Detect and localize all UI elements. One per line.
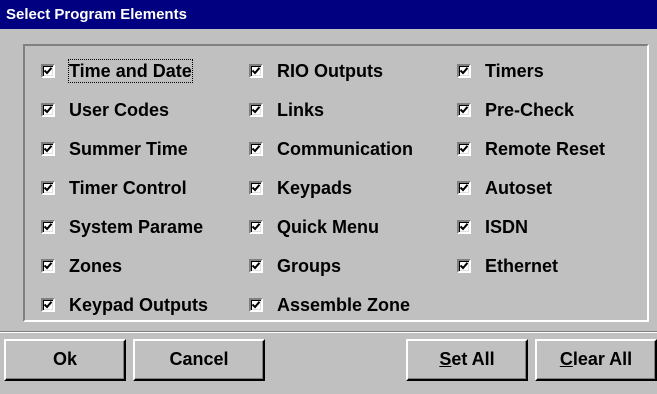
checkmark-icon — [43, 262, 53, 270]
checkbox-box[interactable] — [41, 259, 55, 273]
checkbox-box[interactable] — [457, 220, 471, 234]
checkbox-label: Keypads — [277, 178, 353, 198]
checkbox-pre-check[interactable]: Pre-Check — [457, 97, 642, 123]
title-bar[interactable]: Select Program Elements — [0, 0, 657, 29]
checkbox-box[interactable] — [41, 64, 55, 78]
checkbox-system-parame[interactable]: System Parame — [41, 214, 223, 240]
checkbox-box[interactable] — [249, 64, 263, 78]
checkmark-icon — [43, 145, 53, 153]
clear-all-button[interactable]: Clear All — [535, 339, 657, 381]
checkbox-box[interactable] — [249, 103, 263, 117]
checkbox-keypads[interactable]: Keypads — [249, 175, 441, 201]
checkbox-label: Summer Time — [69, 139, 188, 159]
checkbox-box[interactable] — [41, 220, 55, 234]
checkmark-icon — [43, 223, 53, 231]
checkbox-box[interactable] — [457, 64, 471, 78]
checkbox-timers[interactable]: Timers — [457, 58, 642, 84]
checkbox-box[interactable] — [41, 103, 55, 117]
checkbox-label: RIO Outputs — [277, 61, 383, 81]
ok-button-label: Ok — [52, 349, 77, 369]
checkmark-icon — [43, 184, 53, 192]
checkmark-icon — [251, 262, 261, 270]
select-program-elements-dialog: Select Program Elements Time and Date Use… — [0, 0, 657, 394]
checkbox-assemble-zone[interactable]: Assemble Zone — [249, 292, 441, 318]
checkbox-label: Ethernet — [485, 256, 559, 276]
checkbox-remote-reset[interactable]: Remote Reset — [457, 136, 642, 162]
checkbox-links[interactable]: Links — [249, 97, 441, 123]
set-all-label: et All — [451, 349, 495, 369]
checkbox-time-and-date[interactable]: Time and Date — [41, 58, 223, 84]
checkbox-communication[interactable]: Communication — [249, 136, 441, 162]
checkbox-box[interactable] — [249, 181, 263, 195]
checkmark-icon — [251, 67, 261, 75]
checkbox-box[interactable] — [249, 142, 263, 156]
checkbox-timer-control[interactable]: Timer Control — [41, 175, 223, 201]
checkbox-box[interactable] — [249, 220, 263, 234]
checkmark-icon — [251, 223, 261, 231]
checkbox-label: Zones — [69, 256, 123, 276]
checkbox-groups[interactable]: Groups — [249, 253, 441, 279]
cancel-button[interactable]: Cancel — [133, 339, 265, 381]
checkmark-icon — [459, 184, 469, 192]
checkbox-label: ISDN — [485, 217, 529, 237]
checkbox-box[interactable] — [457, 181, 471, 195]
checkbox-label: Pre-Check — [485, 100, 575, 120]
checkmark-icon — [251, 184, 261, 192]
checkmark-icon — [459, 67, 469, 75]
checkbox-label: Timer Control — [69, 178, 187, 198]
checkbox-box[interactable] — [457, 142, 471, 156]
checkbox-label: Autoset — [485, 178, 552, 198]
checkbox-box[interactable] — [457, 103, 471, 117]
checkmark-icon — [459, 223, 469, 231]
checkbox-rio-outputs[interactable]: RIO Outputs — [249, 58, 441, 84]
checkbox-box[interactable] — [249, 259, 263, 273]
set-all-button[interactable]: Set All — [406, 339, 528, 381]
set-all-mnemonic: S — [439, 349, 452, 369]
checkbox-label: System Parame — [69, 217, 204, 237]
checkbox-label: Communication — [277, 139, 414, 159]
separator — [0, 331, 657, 333]
cancel-button-label: Cancel — [169, 349, 229, 369]
checkbox-box[interactable] — [41, 142, 55, 156]
checkbox-box[interactable] — [41, 298, 55, 312]
clear-all-mnemonic: C — [559, 349, 573, 369]
checkmark-icon — [459, 262, 469, 270]
checkbox-box[interactable] — [41, 181, 55, 195]
checkbox-user-codes[interactable]: User Codes — [41, 97, 223, 123]
dialog-title: Select Program Elements — [6, 6, 187, 23]
checkbox-ethernet[interactable]: Ethernet — [457, 253, 642, 279]
checkbox-label: Time and Date — [68, 59, 193, 83]
checkbox-label: Quick Menu — [277, 217, 380, 237]
checkmark-icon — [251, 145, 261, 153]
checkmark-icon — [43, 106, 53, 114]
checkbox-label: User Codes — [69, 100, 170, 120]
checkmark-icon — [459, 145, 469, 153]
checkmark-icon — [251, 301, 261, 309]
checkmark-icon — [43, 67, 53, 75]
checkmark-icon — [43, 301, 53, 309]
ok-button[interactable]: Ok — [4, 339, 126, 381]
checkbox-label: Timers — [485, 61, 544, 81]
checkmark-icon — [251, 106, 261, 114]
checkbox-label: Groups — [277, 256, 342, 276]
checkbox-keypad-outputs[interactable]: Keypad Outputs — [41, 292, 223, 318]
checkbox-box[interactable] — [457, 259, 471, 273]
checkmark-icon — [459, 106, 469, 114]
checkbox-box[interactable] — [249, 298, 263, 312]
checkbox-isdn[interactable]: ISDN — [457, 214, 642, 240]
checkbox-label: Keypad Outputs — [69, 295, 209, 315]
checkbox-quick-menu[interactable]: Quick Menu — [249, 214, 441, 240]
clear-all-label: lear All — [572, 349, 633, 369]
checkbox-label: Links — [277, 100, 325, 120]
checkbox-autoset[interactable]: Autoset — [457, 175, 642, 201]
program-elements-group: Time and Date User Codes Summer Time Timer … — [23, 44, 649, 322]
checkbox-zones[interactable]: Zones — [41, 253, 223, 279]
checkbox-label: Assemble Zone — [277, 295, 411, 315]
checkbox-summer-time[interactable]: Summer Time — [41, 136, 223, 162]
checkbox-label: Remote Reset — [485, 139, 606, 159]
